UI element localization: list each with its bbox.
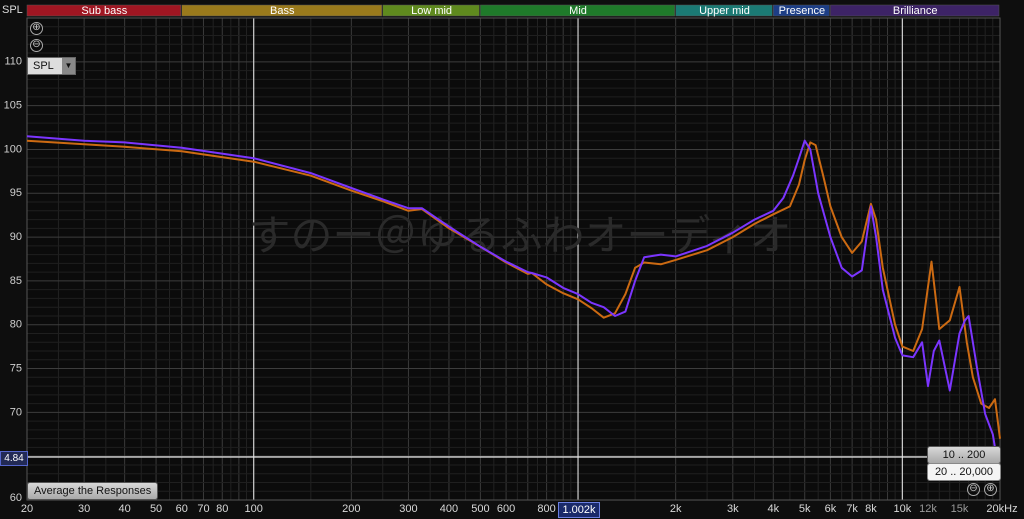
range-20-20000-button[interactable]: 20 .. 20,000 [927,463,1001,481]
x-tick-label: 4k [767,503,779,515]
x-tick-label: 3k [727,503,739,515]
x-tick-label: 5k [799,503,811,515]
x-tick-label: 2k [670,503,682,515]
x-tick-label: 200 [342,503,360,515]
band-label: Bass [270,5,295,17]
band-label: Presence [779,5,825,17]
y-axis-unit-label: SPL [2,4,23,16]
x-tick-label: 800 [537,503,555,515]
zoom-in-bottom-icon[interactable]: ⊕ [984,483,997,496]
x-tick-label: 300 [399,503,417,515]
x-tick-label: 100 [245,503,263,515]
y-tick-label: 70 [10,406,22,418]
band-label: Low mid [411,5,452,17]
spl-dropdown[interactable]: SPL ▼ [27,57,76,75]
x-axis-labels: 20 30 40 50 60 70 80 100 200 300 400 500 600 800 2k 3k 4… [21,503,1018,515]
x-tick-label: 30 [78,503,90,515]
x-tick-label: 80 [216,503,228,515]
x-tick-label: 40 [119,503,131,515]
zoom-out-icon[interactable]: ⊖ [30,39,43,52]
x-tick-label: 400 [440,503,458,515]
x-tick-label: 6k [825,503,837,515]
zoom-in-icon[interactable]: ⊕ [30,22,43,35]
band-label: Brilliance [893,5,938,17]
y-tick-label: 85 [10,275,22,287]
range-10-200-button[interactable]: 10 .. 200 [927,446,1001,464]
chevron-down-icon[interactable]: ▼ [62,58,75,74]
x-unit-label: 20kHz [986,503,1017,515]
x-tick-label: 15k [951,503,969,515]
x-tick-label: 20 [21,503,33,515]
spl-dropdown-value: SPL [33,60,54,72]
y-tick-label: 100 [4,143,22,155]
x-tick-label: 500 [471,503,489,515]
x-tick-label: 70 [197,503,209,515]
x-tick-label: 50 [150,503,162,515]
y-tick-label: 90 [10,231,22,243]
cursor-x-readout: 1.002k [558,502,600,518]
x-tick-label: 8k [865,503,877,515]
band-label: Upper mid [699,5,750,17]
frequency-response-chart[interactable]: Sub bass Bass Low mid Mid Upper mid Presence B… [0,0,1024,519]
y-tick-label: 95 [10,187,22,199]
x-tick-label: 60 [176,503,188,515]
frequency-bands: Sub bass Bass Low mid Mid Upper mid Presence B… [26,4,1000,17]
zoom-out-bottom-icon[interactable]: ⊖ [967,483,980,496]
y-tick-label: 75 [10,362,22,374]
watermark: すのー＠ゆるふわオーディオ [248,211,791,260]
y-tick-label: 105 [4,100,22,112]
cursor-y-readout: 4.84 [0,451,28,466]
x-tick-label: 7k [846,503,858,515]
y-tick-label: 80 [10,319,22,331]
average-responses-button[interactable]: Average the Responses [27,482,159,500]
x-tick-label: 10k [893,503,911,515]
y-tick-label: 110 [4,56,22,68]
x-tick-label: 600 [497,503,515,515]
band-label: Sub bass [81,5,127,17]
band-label: Mid [569,5,587,17]
x-tick-label: 12k [919,503,937,515]
y-axis-labels: 6570758085909510010511060 [4,56,22,504]
